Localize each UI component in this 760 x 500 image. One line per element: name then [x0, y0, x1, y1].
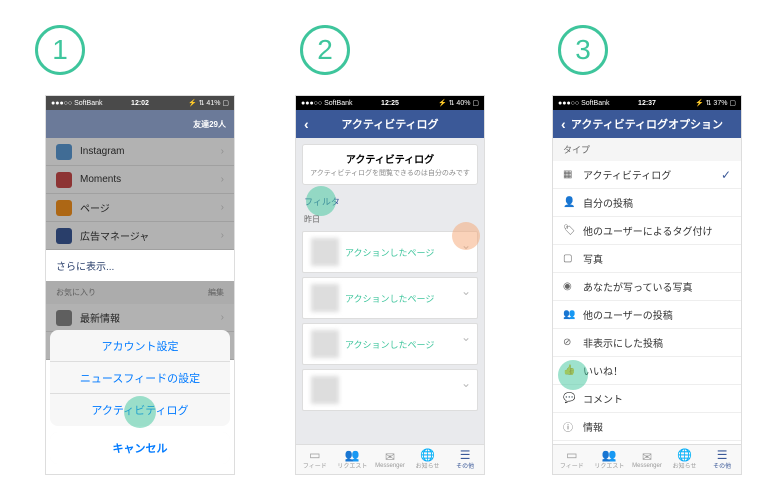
- tab-bar: ▭フィード👥リクエスト✉Messenger🌐お知らせ☰その他: [553, 444, 741, 474]
- action-sheet-item[interactable]: アクティビティログ: [50, 394, 230, 426]
- activity-item[interactable]: アクションしたページ⌄: [302, 277, 478, 319]
- item-menu-icon[interactable]: ⌄: [461, 330, 471, 344]
- activity-item[interactable]: ⌄: [302, 369, 478, 411]
- filter-button[interactable]: フィルタ: [296, 191, 484, 212]
- show-more-link[interactable]: さらに表示...: [46, 250, 234, 281]
- activity-item[interactable]: アクションしたページ⌄: [302, 231, 478, 273]
- step-badge-3: 3: [558, 25, 608, 75]
- back-icon[interactable]: ‹: [304, 116, 309, 132]
- action-sheet: アカウント設定ニュースフィードの設定アクティビティログ キャンセル: [46, 326, 234, 474]
- item-menu-icon[interactable]: ⌄: [461, 238, 471, 252]
- option-row[interactable]: ◉あなたが写っている写真: [553, 273, 741, 301]
- favorites-header: お気に入り編集: [46, 281, 234, 304]
- list-item[interactable]: ページ›: [46, 194, 234, 222]
- action-sheet-item[interactable]: ニュースフィードの設定: [50, 362, 230, 394]
- activity-item[interactable]: アクションしたページ⌄: [302, 323, 478, 365]
- screenshot-2: ●●●○○ SoftBank 12:25 ⚡ ⇅ 40% ▢ ‹ アクティビティ…: [295, 95, 485, 475]
- check-icon: ✓: [721, 168, 731, 182]
- option-row[interactable]: 👤自分の投稿: [553, 189, 741, 217]
- option-row[interactable]: 💬コメント: [553, 385, 741, 413]
- edit-link[interactable]: 編集: [208, 287, 224, 298]
- tab-その他[interactable]: ☰その他: [446, 445, 484, 474]
- option-row[interactable]: ⓘ情報: [553, 413, 741, 441]
- tab-その他[interactable]: ☰その他: [703, 445, 741, 474]
- fb-header: ‹ アクティビティログ: [296, 110, 484, 138]
- status-bar: ●●●○○ SoftBank 12:25 ⚡ ⇅ 40% ▢: [296, 96, 484, 110]
- tab-Messenger[interactable]: ✉Messenger: [371, 445, 409, 474]
- page-title: アクティビティログ: [341, 116, 438, 132]
- section-type: タイプ: [553, 138, 741, 161]
- action-sheet-item[interactable]: アカウント設定: [50, 330, 230, 362]
- tab-フィード[interactable]: ▭フィード: [296, 445, 334, 474]
- tab-リクエスト[interactable]: 👥リクエスト: [334, 445, 372, 474]
- tab-お知らせ[interactable]: 🌐お知らせ: [409, 445, 447, 474]
- item-menu-icon[interactable]: ⌄: [461, 376, 471, 390]
- item-menu-icon[interactable]: ⌄: [461, 284, 471, 298]
- list-item[interactable]: Moments›: [46, 166, 234, 194]
- tab-bar: ▭フィード👥リクエスト✉Messenger🌐お知らせ☰その他: [296, 444, 484, 474]
- option-row[interactable]: ▢写真: [553, 245, 741, 273]
- friends-badge[interactable]: 友達29人: [193, 119, 226, 130]
- day-label: 昨日: [296, 212, 484, 227]
- fb-header: 友達29人: [46, 110, 234, 138]
- option-row[interactable]: 🏷他のユーザーによるタグ付け: [553, 217, 741, 245]
- list-item[interactable]: Instagram›: [46, 138, 234, 166]
- fb-header: ‹ アクティビティログオプション: [553, 110, 741, 138]
- cancel-button[interactable]: キャンセル: [50, 432, 230, 464]
- tab-お知らせ[interactable]: 🌐お知らせ: [666, 445, 704, 474]
- info-card: アクティビティログ アクティビティログを閲覧できるのは自分のみです: [302, 144, 478, 185]
- screenshot-1: ●●●○○ SoftBank 12:02 ⚡ ⇅ 41% ▢ 友達29人 Ins…: [45, 95, 235, 475]
- status-bar: ●●●○○ SoftBank 12:02 ⚡ ⇅ 41% ▢: [46, 96, 234, 110]
- tab-Messenger[interactable]: ✉Messenger: [628, 445, 666, 474]
- list-item[interactable]: 広告マネージャ›: [46, 222, 234, 250]
- option-row[interactable]: ▦アクティビティログ✓: [553, 161, 741, 189]
- screenshot-3: ●●●○○ SoftBank 12:37 ⚡ ⇅ 37% ▢ ‹ アクティビティ…: [552, 95, 742, 475]
- step-badge-1: 1: [35, 25, 85, 75]
- step-badge-2: 2: [300, 25, 350, 75]
- back-icon[interactable]: ‹: [561, 116, 566, 132]
- status-bar: ●●●○○ SoftBank 12:37 ⚡ ⇅ 37% ▢: [553, 96, 741, 110]
- option-row[interactable]: 👍いいね！: [553, 357, 741, 385]
- tab-リクエスト[interactable]: 👥リクエスト: [591, 445, 629, 474]
- option-row[interactable]: ⊘非表示にした投稿: [553, 329, 741, 357]
- tab-フィード[interactable]: ▭フィード: [553, 445, 591, 474]
- option-row[interactable]: 👥他のユーザーの投稿: [553, 301, 741, 329]
- page-title: アクティビティログオプション: [571, 116, 723, 132]
